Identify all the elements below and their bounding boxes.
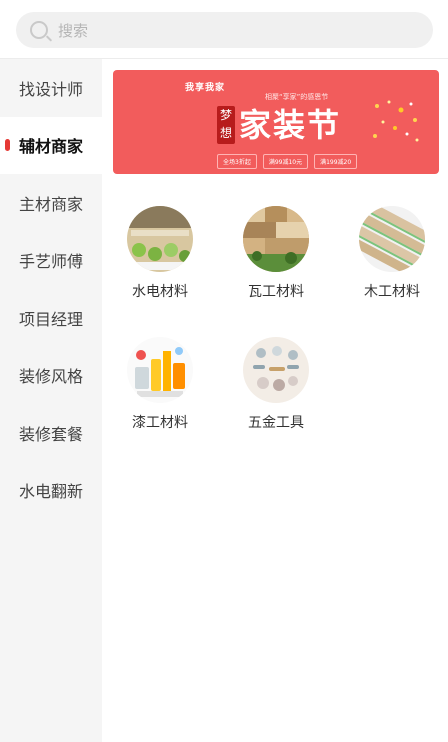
search-bar[interactable]: 搜索 xyxy=(16,12,433,48)
sidebar-item-auxiliary-merchants[interactable]: 辅材商家 xyxy=(0,116,102,174)
sidebar-item-decoration-styles[interactable]: 装修风格 xyxy=(0,347,102,405)
sidebar-item-label: 找设计师 xyxy=(19,79,84,99)
promo-banner[interactable]: 我享我家 相聚“享家”的感恩节 梦想 家装节 全场3折起 满99减10元 满19… xyxy=(113,70,439,174)
sidebar-item-craftsmen[interactable]: 手艺师傅 xyxy=(0,232,102,290)
active-indicator xyxy=(5,139,10,152)
category-label: 五金工具 xyxy=(248,415,304,431)
coupon-tag: 满99减10元 xyxy=(262,154,309,169)
sidebar-item-project-managers[interactable]: 项目经理 xyxy=(0,289,102,347)
category-label: 漆工材料 xyxy=(132,415,188,431)
sidebar-item-label: 装修风格 xyxy=(19,367,84,387)
paint-materials-photo-icon xyxy=(127,337,193,403)
sidebar-item-label: 辅材商家 xyxy=(19,137,84,157)
banner-title: 家装节 xyxy=(239,106,342,144)
category-label: 瓦工材料 xyxy=(248,284,304,300)
category-carpentry-materials[interactable]: 木工材料 xyxy=(344,206,440,301)
category-sidebar: 找设计师 辅材商家 主材商家 手艺师傅 项目经理 装修风格 装修套餐 水电翻新 xyxy=(0,59,102,742)
category-label: 水电材料 xyxy=(132,284,188,300)
sidebar-item-designers[interactable]: 找设计师 xyxy=(0,59,102,117)
category-label: 木工材料 xyxy=(364,284,420,300)
sidebar-item-label: 项目经理 xyxy=(19,309,84,329)
category-plumbing-materials[interactable]: 水电材料 xyxy=(112,206,208,301)
sidebar-item-main-material-merchants[interactable]: 主材商家 xyxy=(0,174,102,232)
confetti-decoration-icon xyxy=(373,100,419,142)
sidebar-item-plumbing-renovation[interactable]: 水电翻新 xyxy=(0,462,102,520)
sidebar-item-decoration-packages[interactable]: 装修套餐 xyxy=(0,404,102,462)
sidebar-item-label: 手艺师傅 xyxy=(19,252,84,272)
search-icon xyxy=(30,21,48,39)
sidebar-item-label: 水电翻新 xyxy=(19,482,84,502)
carpentry-materials-photo-icon xyxy=(359,206,425,272)
banner-logo: 我享我家 xyxy=(185,83,226,93)
search-input[interactable]: 搜索 xyxy=(58,20,88,41)
sidebar-item-label: 装修套餐 xyxy=(19,424,84,444)
coupon-tag: 满199减20 xyxy=(314,154,358,169)
category-hardware-tools[interactable]: 五金工具 xyxy=(228,337,324,432)
category-tiling-materials[interactable]: 瓦工材料 xyxy=(228,206,324,301)
banner-coupons: 全场3折起 满99减10元 满199减20 xyxy=(217,154,358,169)
plumbing-materials-photo-icon xyxy=(127,206,193,272)
banner-badge: 梦想 xyxy=(217,106,235,144)
sidebar-item-label: 主材商家 xyxy=(19,194,84,214)
coupon-tag: 全场3折起 xyxy=(217,154,257,169)
tiling-materials-photo-icon xyxy=(243,206,309,272)
category-paint-materials[interactable]: 漆工材料 xyxy=(112,337,208,432)
hardware-tools-photo-icon xyxy=(243,337,309,403)
